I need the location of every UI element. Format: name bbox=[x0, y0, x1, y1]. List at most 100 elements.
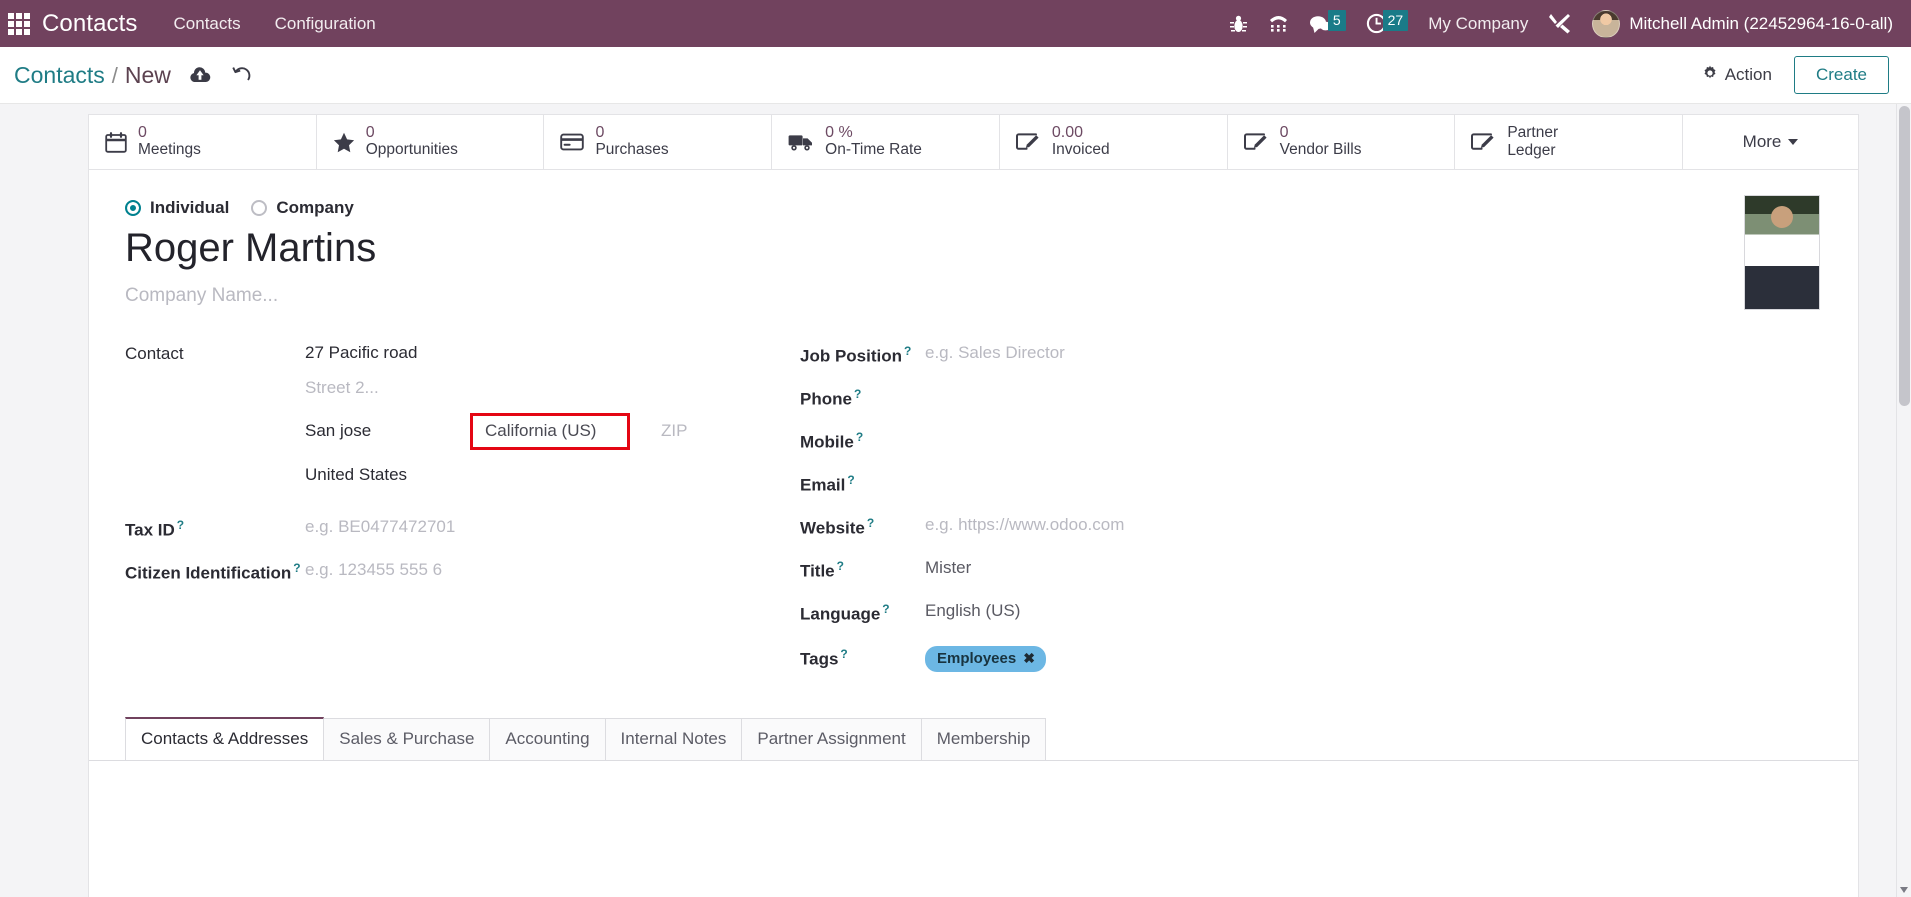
tax-id-input[interactable]: e.g. BE0477472701 bbox=[305, 517, 455, 537]
app-brand-contacts[interactable]: Contacts bbox=[42, 10, 138, 38]
stat-more-label: More bbox=[1742, 132, 1782, 151]
phone-label-text: Phone bbox=[800, 389, 852, 409]
job-position-label-text: Job Position bbox=[800, 346, 902, 366]
help-icon[interactable]: ? bbox=[856, 430, 863, 444]
gear-icon bbox=[1702, 65, 1718, 86]
signature-icon bbox=[1471, 132, 1496, 153]
citizen-id-input[interactable]: e.g. 123455 555 6 bbox=[305, 560, 442, 580]
menu-item-contacts[interactable]: Contacts bbox=[174, 14, 241, 34]
user-menu[interactable]: Mitchell Admin (22452964-16-0-all) bbox=[1592, 9, 1893, 38]
breadcrumb-root[interactable]: Contacts bbox=[14, 62, 105, 89]
title-input[interactable]: Mister bbox=[925, 558, 971, 578]
help-icon[interactable]: ? bbox=[847, 473, 854, 487]
language-label: Language? bbox=[800, 601, 925, 625]
help-icon[interactable]: ? bbox=[177, 518, 184, 532]
tab-partner-assignment[interactable]: Partner Assignment bbox=[741, 717, 922, 760]
star-icon bbox=[333, 132, 355, 153]
help-icon[interactable]: ? bbox=[882, 602, 889, 616]
calendar-icon bbox=[105, 131, 127, 153]
contact-name[interactable]: Roger Martins bbox=[125, 224, 1820, 273]
create-button[interactable]: Create bbox=[1793, 56, 1889, 94]
company-switcher[interactable]: My Company bbox=[1428, 14, 1528, 34]
citizen-id-label: Citizen Identification? bbox=[125, 560, 305, 584]
help-icon[interactable]: ? bbox=[840, 647, 847, 661]
cloud-upload-icon[interactable] bbox=[189, 66, 211, 84]
contact-photo[interactable] bbox=[1744, 195, 1820, 310]
address-street2[interactable]: Street 2... bbox=[305, 378, 687, 398]
activities-counter[interactable]: 27 bbox=[1366, 9, 1409, 39]
stat-button-partner-ledger[interactable]: Partner Ledger bbox=[1455, 115, 1684, 169]
tab-accounting[interactable]: Accounting bbox=[489, 717, 606, 760]
main-menu: Contacts Configuration bbox=[174, 14, 376, 34]
title-row: Title? Mister bbox=[800, 558, 1820, 584]
tab-sales-purchase[interactable]: Sales & Purchase bbox=[323, 717, 491, 760]
phone-label: Phone? bbox=[800, 386, 925, 410]
stat-button-meetings[interactable]: 0 Meetings bbox=[89, 115, 317, 169]
chevron-down-icon bbox=[1788, 139, 1799, 145]
control-panel: Contacts / New Action Create bbox=[0, 47, 1911, 104]
bug-icon[interactable] bbox=[1229, 9, 1248, 39]
help-icon[interactable]: ? bbox=[867, 516, 874, 530]
address-country[interactable]: United States bbox=[305, 465, 687, 485]
stat-label: Meetings bbox=[138, 141, 201, 159]
radio-company[interactable]: Company bbox=[251, 198, 354, 218]
stat-value: 0 bbox=[138, 124, 147, 142]
address-state-input[interactable]: California (US) bbox=[470, 412, 630, 450]
language-row: Language? English (US) bbox=[800, 601, 1820, 627]
tags-field[interactable]: Employees ✖ bbox=[925, 645, 1046, 672]
tab-membership[interactable]: Membership bbox=[920, 717, 1047, 760]
address-city[interactable]: San jose bbox=[305, 421, 470, 441]
help-icon[interactable]: ? bbox=[854, 387, 861, 401]
help-icon[interactable]: ? bbox=[904, 344, 911, 358]
stat-button-purchases[interactable]: 0 Purchases bbox=[544, 115, 773, 169]
apps-grid-icon[interactable] bbox=[6, 11, 32, 37]
messages-counter[interactable]: 5 bbox=[1309, 9, 1346, 39]
stat-more-button[interactable]: More bbox=[1683, 115, 1858, 169]
website-input[interactable]: e.g. https://www.odoo.com bbox=[925, 515, 1124, 535]
tools-icon[interactable] bbox=[1548, 9, 1572, 39]
radio-individual[interactable]: Individual bbox=[125, 198, 229, 218]
tags-row: Tags? Employees ✖ bbox=[800, 645, 1820, 672]
stat-button-on-time-rate[interactable]: 0 % On-Time Rate bbox=[772, 115, 1000, 169]
job-position-input[interactable]: e.g. Sales Director bbox=[925, 343, 1065, 363]
avatar bbox=[1592, 9, 1621, 38]
tag-employees[interactable]: Employees ✖ bbox=[925, 645, 1046, 672]
address-zip[interactable]: ZIP bbox=[661, 421, 687, 441]
mobile-row: Mobile? bbox=[800, 429, 1820, 455]
scroll-down-arrow[interactable] bbox=[1900, 887, 1908, 893]
citizen-id-label-text: Citizen Identification bbox=[125, 563, 292, 583]
stat-label: Invoiced bbox=[1051, 141, 1110, 159]
undo-icon[interactable] bbox=[231, 66, 251, 84]
control-panel-buttons: Action Create bbox=[1700, 56, 1889, 94]
radio-dot-individual bbox=[125, 200, 141, 216]
website-label: Website? bbox=[800, 515, 925, 539]
company-name-input[interactable]: Company Name... bbox=[125, 285, 1820, 307]
tax-id-label: Tax ID? bbox=[125, 517, 305, 541]
phone-dialpad-icon[interactable] bbox=[1268, 9, 1289, 39]
menu-item-configuration[interactable]: Configuration bbox=[275, 14, 376, 34]
tax-id-row: Tax ID? e.g. BE0477472701 bbox=[125, 517, 800, 543]
stat-button-vendor-bills[interactable]: 0 Vendor Bills bbox=[1228, 115, 1456, 169]
vertical-scrollbar[interactable] bbox=[1896, 104, 1911, 897]
stat-value: 0 bbox=[1279, 124, 1289, 142]
breadcrumb-separator: / bbox=[111, 62, 118, 88]
signature-icon bbox=[1243, 132, 1269, 153]
radio-dot-company bbox=[251, 200, 268, 216]
tab-contacts-addresses[interactable]: Contacts & Addresses bbox=[125, 716, 325, 760]
stat-button-opportunities[interactable]: 0 Opportunities bbox=[317, 115, 545, 169]
stat-label: On-Time Rate bbox=[825, 141, 922, 159]
tag-label: Employees bbox=[937, 649, 1017, 667]
job-position-label: Job Position? bbox=[800, 343, 925, 367]
language-input[interactable]: English (US) bbox=[925, 601, 1020, 621]
scrollbar-thumb[interactable] bbox=[1899, 106, 1910, 406]
form-body: Individual Company Roger Martins Company… bbox=[89, 170, 1858, 689]
tab-internal-notes[interactable]: Internal Notes bbox=[604, 717, 743, 760]
close-icon[interactable]: ✖ bbox=[1023, 650, 1035, 667]
stat-button-invoiced[interactable]: 0.00 Invoiced bbox=[1000, 115, 1228, 169]
address-street[interactable]: 27 Pacific road bbox=[305, 343, 687, 363]
mobile-label: Mobile? bbox=[800, 429, 925, 453]
action-menu-button[interactable]: Action bbox=[1700, 61, 1774, 90]
mobile-label-text: Mobile bbox=[800, 432, 854, 452]
help-icon[interactable]: ? bbox=[293, 561, 300, 575]
help-icon[interactable]: ? bbox=[837, 559, 844, 573]
